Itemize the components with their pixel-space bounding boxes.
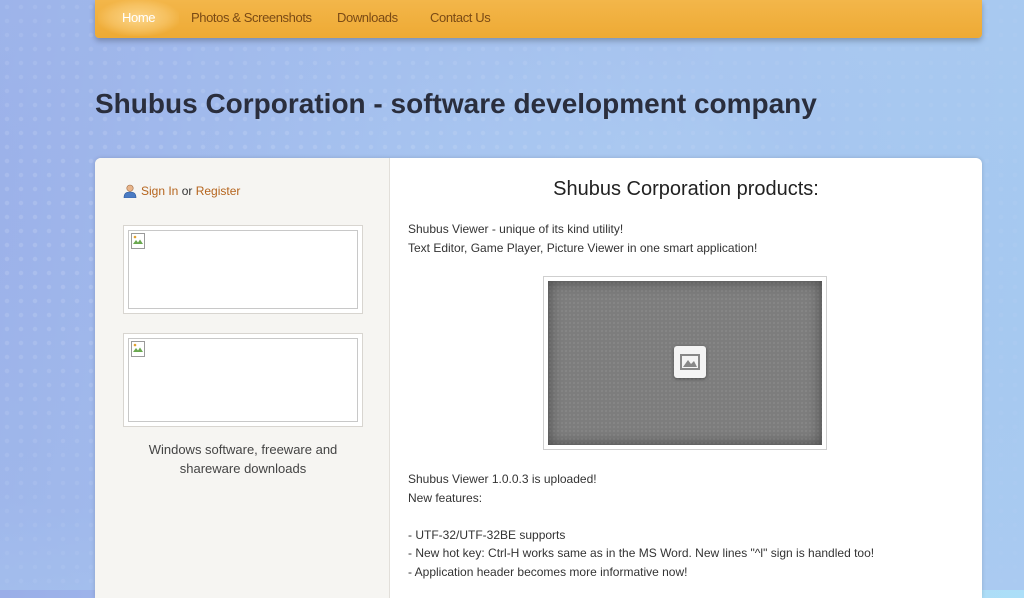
nav-home[interactable]: Home: [98, 0, 180, 36]
nav-contact-us[interactable]: Contact Us: [430, 0, 491, 36]
ad-banner-2[interactable]: [123, 333, 363, 427]
or-text: or: [181, 184, 193, 198]
sign-in-link[interactable]: Sign In: [141, 184, 178, 198]
user-icon: [123, 184, 137, 198]
news-line-2: New features:: [408, 491, 483, 505]
ad-banner-1-image[interactable]: [128, 230, 358, 309]
sidebar-caption: Windows software, freeware and shareware…: [123, 440, 363, 478]
broken-image-icon: [131, 233, 145, 249]
main-content: Shubus Corporation products: Shubus View…: [390, 158, 982, 598]
sidebar-caption-line1: Windows software, freeware and: [148, 442, 338, 457]
register-link[interactable]: Register: [196, 184, 241, 198]
content-panel: Sign In or Register Windows software, fr…: [95, 158, 982, 598]
ad-banner-2-image[interactable]: [128, 338, 358, 422]
nav-photos-screenshots[interactable]: Photos & Screenshots: [191, 0, 312, 36]
sidebar: Sign In or Register Windows software, fr…: [95, 158, 390, 598]
feature-item: - Application header becomes more inform…: [408, 565, 688, 579]
feature-item: - New hot key: Ctrl-H works same as in t…: [408, 546, 875, 560]
feature-item: - UTF-32/UTF-32BE supports: [408, 528, 566, 542]
products-heading: Shubus Corporation products:: [553, 178, 819, 200]
sidebar-caption-line2: shareware downloads: [179, 461, 307, 476]
product-screenshot-placeholder[interactable]: [548, 281, 822, 445]
ad-banner-1[interactable]: [123, 225, 363, 314]
image-placeholder-icon: [674, 346, 706, 378]
top-nav: Home Photos & Screenshots Downloads Cont…: [95, 0, 982, 38]
page-title: Shubus Corporation - software developmen…: [95, 88, 817, 119]
broken-image-icon: [131, 341, 145, 357]
nav-downloads[interactable]: Downloads: [337, 0, 398, 36]
product-screenshot[interactable]: [543, 276, 827, 450]
auth-links: Sign In or Register: [123, 184, 240, 198]
intro-line-1: Shubus Viewer - unique of its kind utili…: [408, 222, 624, 236]
intro-line-2: Text Editor, Game Player, Picture Viewer…: [408, 241, 758, 255]
news-line-1: Shubus Viewer 1.0.0.3 is uploaded!: [408, 472, 597, 486]
